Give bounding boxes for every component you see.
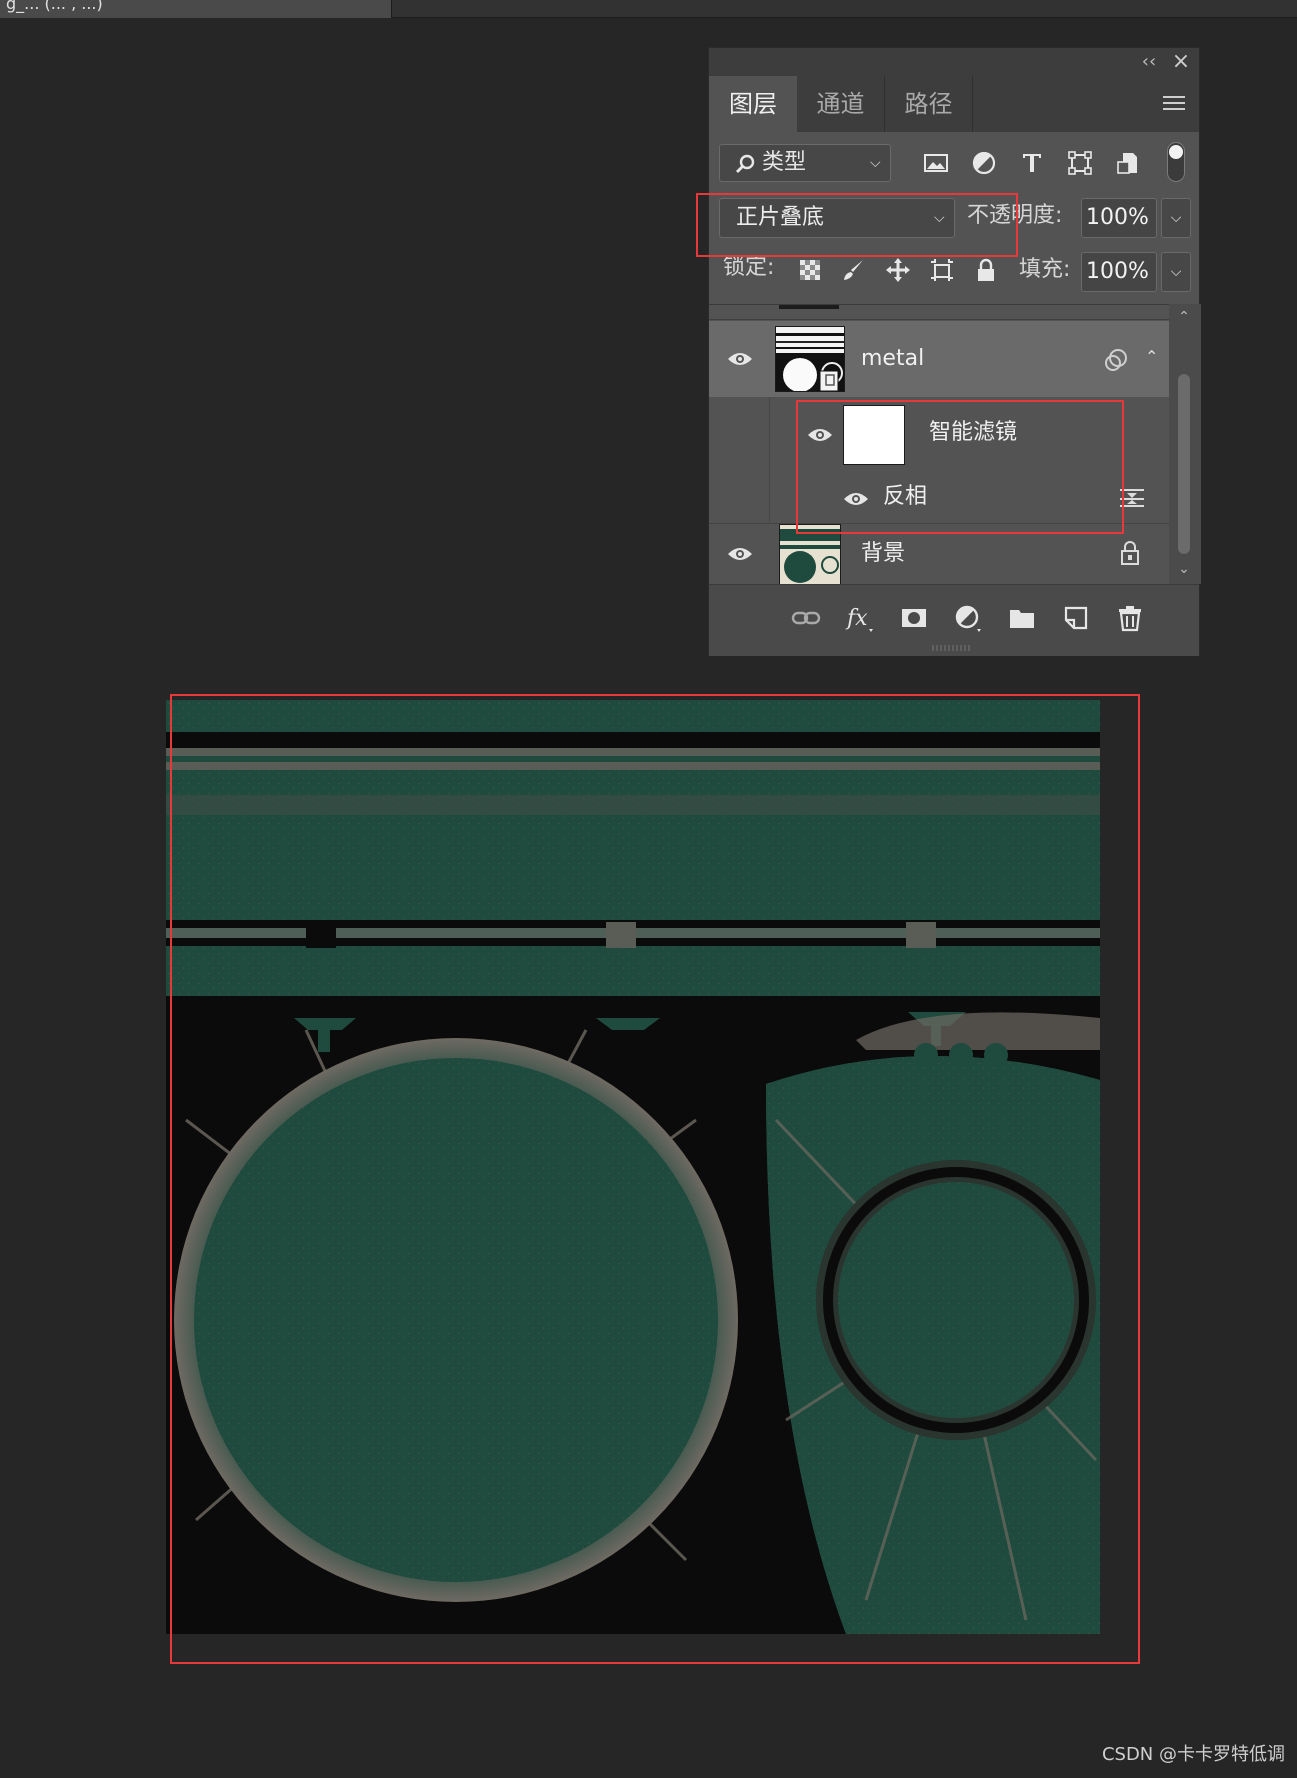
lock-position-move-icon[interactable]	[885, 257, 911, 283]
document-tab[interactable]: g_... (... , ...)	[0, 0, 392, 18]
scroll-up-icon[interactable]: ⌃	[1177, 310, 1191, 324]
annotation-box-canvas	[170, 694, 1140, 1664]
new-layer-icon[interactable]	[1061, 603, 1091, 633]
scroll-thumb[interactable]	[1178, 374, 1190, 554]
layers-panel: ‹‹ × 图层 通道 路径 类型 ⌵ 正片叠底 ⌵ 不透明度: 100% ⌵ 锁…	[708, 47, 1201, 656]
fill-label: 填充:	[1019, 257, 1071, 282]
fx-icon[interactable]: fx	[845, 603, 875, 633]
workspace: g_... (... , ...) ‹‹ × 图层 通道 路径 类型 ⌵ 正片叠…	[0, 0, 1297, 1778]
eye-icon[interactable]	[727, 546, 753, 562]
tab-paths[interactable]: 路径	[885, 76, 973, 132]
opacity-dropdown[interactable]: ⌵	[1161, 198, 1191, 238]
svg-text:fx: fx	[845, 606, 868, 631]
layers-scrollbar[interactable]: ⌃ ⌄	[1169, 304, 1201, 584]
link-icon[interactable]	[791, 603, 821, 633]
layer-name-metal: metal	[861, 346, 925, 371]
lock-artboard-icon[interactable]	[929, 257, 955, 283]
opacity-field[interactable]: 100%	[1081, 198, 1157, 238]
chevron-down-icon: ⌵	[870, 155, 881, 171]
document-tab-title: g_... (... , ...)	[6, 0, 103, 13]
layer-lock-icon	[1121, 541, 1139, 565]
panel-footer: fx	[709, 584, 1199, 656]
filter-toggle-switch[interactable]	[1167, 142, 1185, 182]
image-filter-icon[interactable]	[923, 150, 949, 176]
lock-all-icon[interactable]	[973, 257, 999, 283]
layer-row-metal[interactable]: metal ⌃	[709, 321, 1169, 397]
panel-menu-icon[interactable]	[1163, 96, 1185, 112]
fill-dropdown[interactable]: ⌵	[1161, 252, 1191, 292]
panel-title-bar: ‹‹ ×	[709, 48, 1199, 76]
scroll-down-icon[interactable]: ⌄	[1177, 562, 1191, 576]
adjustment-filter-icon[interactable]	[971, 150, 997, 176]
panel-resize-grip[interactable]	[931, 645, 971, 651]
filter-kind-select[interactable]: 类型 ⌵	[719, 144, 891, 182]
eye-icon[interactable]	[727, 351, 753, 367]
metal-thumbnail	[775, 326, 845, 392]
annotation-box-smart-filter	[796, 400, 1124, 534]
smart-object-filter-icon[interactable]	[1115, 150, 1141, 176]
trash-icon[interactable]	[1115, 603, 1145, 633]
shape-filter-icon[interactable]	[1067, 150, 1093, 176]
tab-channels[interactable]: 通道	[797, 76, 885, 132]
layer-thumbnail-clipped	[779, 305, 839, 309]
type-filter-icon[interactable]	[1019, 150, 1045, 176]
collapse-icon[interactable]: ‹‹	[1139, 52, 1159, 72]
panel-tabs: 图层 通道 路径	[709, 76, 1199, 132]
lock-image-brush-icon[interactable]	[841, 257, 867, 283]
watermark-text: CSDN @卡卡罗特低调	[1101, 1744, 1285, 1765]
fill-field[interactable]: 100%	[1081, 252, 1157, 292]
chevron-up-icon[interactable]: ⌃	[1145, 347, 1158, 366]
smart-filter-icon[interactable]	[1103, 347, 1129, 373]
folder-icon[interactable]	[1007, 603, 1037, 633]
lock-label: 锁定:	[723, 255, 775, 280]
tab-layers[interactable]: 图层	[709, 76, 797, 132]
add-mask-icon[interactable]	[899, 603, 929, 633]
document-tab-bar: g_... (... , ...)	[0, 0, 1297, 18]
adjustment-layer-icon[interactable]	[953, 603, 983, 633]
filter-row: 类型 ⌵	[709, 132, 1199, 188]
magnifier-icon	[736, 154, 755, 173]
layer-name-background: 背景	[861, 541, 906, 566]
close-icon[interactable]: ×	[1171, 51, 1191, 73]
filter-kind-label: 类型	[762, 150, 807, 175]
annotation-box-blend-mode	[696, 193, 1018, 257]
layer-divider	[709, 319, 1169, 320]
lock-transparent-icon[interactable]	[797, 257, 823, 283]
